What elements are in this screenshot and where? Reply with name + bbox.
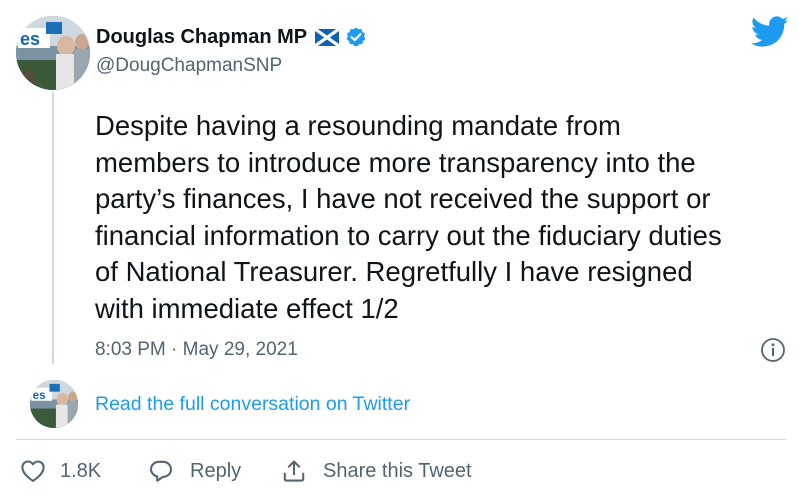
avatar-photo: es <box>16 16 90 90</box>
tweet-body-text: Despite having a resounding mandate from… <box>95 110 722 324</box>
author-name-row: Douglas Chapman MP <box>96 24 367 50</box>
read-full-conversation-link[interactable]: Read the full conversation on Twitter <box>95 393 410 416</box>
author-handle[interactable]: @DougChapmanSNP <box>96 55 367 77</box>
actions-divider <box>16 439 786 440</box>
share-label: Share this Tweet <box>323 459 472 482</box>
scotland-flag-icon <box>314 27 341 47</box>
tweet-actions-bar: 1.8K Reply Share this Tweet <box>0 453 799 489</box>
speech-bubble-icon <box>150 460 172 482</box>
author-avatar[interactable]: es <box>16 16 90 90</box>
like-count: 1.8K <box>60 459 102 482</box>
share-upload-icon <box>283 460 305 482</box>
avatar-photo-small: es <box>30 380 78 428</box>
info-icon[interactable] <box>760 337 786 363</box>
twitter-bird-icon[interactable] <box>750 16 789 48</box>
share-button[interactable]: Share this Tweet <box>281 453 472 489</box>
svg-text:es: es <box>20 29 40 49</box>
heart-icon <box>21 460 45 482</box>
author-display-name[interactable]: Douglas Chapman MP <box>96 26 307 49</box>
conversation-avatar[interactable]: es <box>30 380 78 428</box>
tweet-timestamp[interactable]: 8:03 PM · May 29, 2021 <box>95 339 298 361</box>
verified-badge-icon <box>345 26 367 48</box>
reply-label: Reply <box>190 459 242 482</box>
tweet-embed-card: es Douglas Chapman MP @DougChapmanSNP De… <box>0 0 799 499</box>
thread-connector-line <box>52 92 54 364</box>
svg-text:es: es <box>33 389 46 402</box>
like-button[interactable]: 1.8K <box>20 453 101 489</box>
reply-button[interactable]: Reply <box>148 453 241 489</box>
author-block: Douglas Chapman MP @DougChapmanSNP <box>96 24 367 77</box>
